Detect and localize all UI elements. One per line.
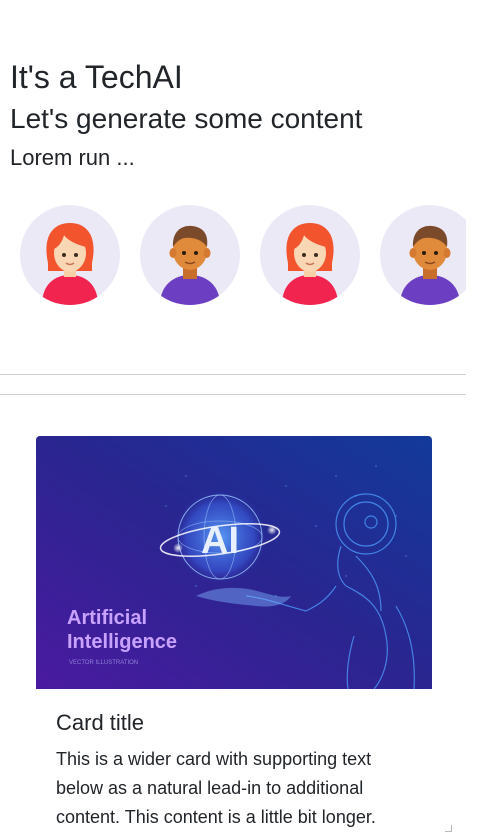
card-image-headline-line1: Artificial <box>67 607 147 629</box>
card-text: This is a wider card with supporting tex… <box>56 749 376 827</box>
card-body: Card title This is a wider card with sup… <box>36 689 432 832</box>
divider <box>0 394 466 395</box>
card-image: AI Artificial Intelligence VECTOR ILLUST… <box>36 436 432 689</box>
divider <box>0 374 466 375</box>
male-avatar-icon <box>140 205 240 305</box>
page-subtitle: Let's generate some content <box>10 103 363 134</box>
page-title: It's a TechAI <box>10 59 183 95</box>
avatar-row <box>20 205 466 305</box>
card: AI Artificial Intelligence VECTOR ILLUST… <box>36 436 432 832</box>
card-image-headline-line2: Intelligence <box>67 631 177 653</box>
lead-text: Lorem run ... <box>10 145 135 170</box>
card-image-badge: AI <box>201 520 239 562</box>
female-avatar-icon <box>20 205 120 305</box>
page: It's a TechAI Let's generate some conten… <box>0 0 466 836</box>
card-title: Card title <box>56 710 145 735</box>
card-image-caption: VECTOR ILLUSTRATION <box>69 660 138 666</box>
female-avatar-icon <box>260 205 360 305</box>
male-avatar-icon <box>380 205 466 305</box>
resize-handle-icon[interactable] <box>445 825 452 832</box>
hero-section: It's a TechAI Let's generate some conten… <box>0 0 466 172</box>
